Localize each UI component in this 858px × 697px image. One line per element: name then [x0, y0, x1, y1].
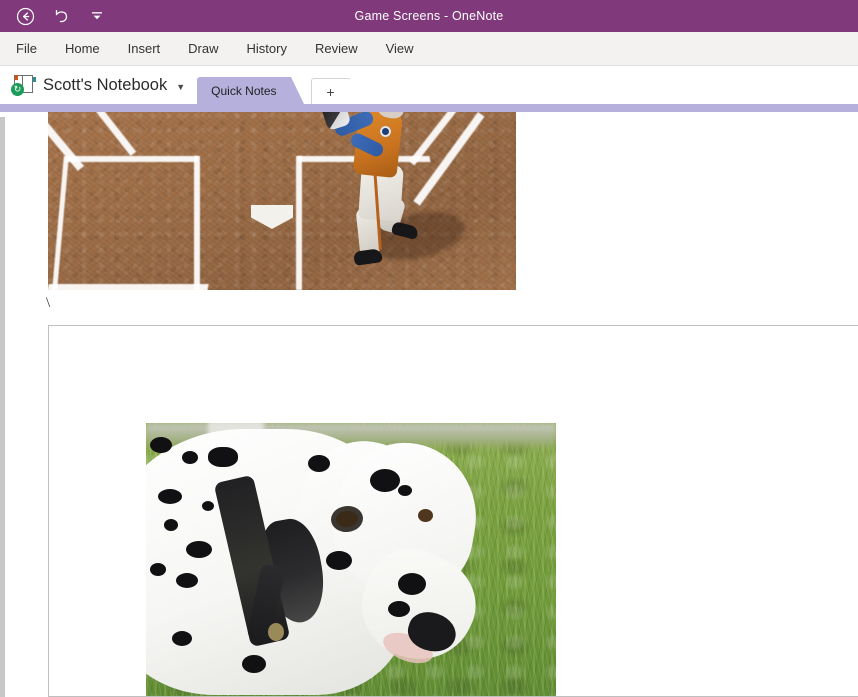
right-batters-box-left-line	[296, 156, 302, 290]
ribbon-tab-bar: File Home Insert Draw History Review Vie…	[0, 32, 858, 66]
dog-spot	[176, 573, 198, 588]
dog-spot	[388, 601, 410, 617]
left-batters-box-bottom-line	[48, 284, 209, 290]
notebook-section-bar: ↻ Scott's Notebook ▼ Quick Notes +	[0, 66, 858, 104]
batter-front-shoe	[353, 248, 383, 266]
dog-spot	[370, 469, 400, 492]
notebook-selector[interactable]: ↻ Scott's Notebook ▼	[0, 66, 185, 104]
dog-spot	[398, 485, 412, 496]
batter-jersey-logo	[380, 126, 391, 137]
section-tab-quick-notes[interactable]: Quick Notes	[197, 77, 304, 104]
dog-spot	[398, 573, 426, 595]
left-batters-box-top-line	[65, 156, 199, 162]
back-icon[interactable]	[12, 3, 38, 29]
undo-icon[interactable]	[48, 3, 74, 29]
plus-icon: +	[326, 83, 335, 100]
section-color-strip	[0, 104, 858, 112]
batter-figure	[320, 112, 470, 290]
window-title: Game Screens - OneNote	[354, 9, 504, 23]
notebook-icon: ↻	[11, 74, 36, 96]
ribbon-tab-draw[interactable]: Draw	[174, 32, 232, 65]
ribbon-tab-history[interactable]: History	[233, 32, 301, 65]
dog-spot	[164, 519, 178, 531]
dog-spot	[150, 563, 166, 576]
dog-spot	[158, 489, 182, 504]
note-container[interactable]	[48, 325, 858, 697]
left-batters-box-right-line	[194, 156, 200, 290]
section-tab-label: Quick Notes	[211, 83, 277, 98]
ribbon-tab-file[interactable]: File	[0, 32, 51, 65]
customize-quick-access-toolbar-icon[interactable]	[84, 3, 110, 29]
dog-spot	[172, 631, 192, 646]
page-gutter	[0, 117, 5, 697]
notebook-page-shape	[23, 75, 33, 93]
dog-spot	[242, 655, 266, 673]
dog-spot	[182, 451, 198, 464]
dog-spot	[150, 437, 172, 453]
ribbon-tab-review[interactable]: Review	[301, 32, 372, 65]
sync-status-icon: ↻	[11, 83, 24, 96]
dog-spot	[202, 501, 214, 511]
dog-eye-far	[418, 509, 433, 522]
notebook-tab-orange	[15, 75, 18, 80]
dalmatian-photo[interactable]	[146, 423, 556, 696]
dog-spot	[186, 541, 212, 558]
dog-collar-tag	[268, 623, 284, 641]
ribbon-tab-view[interactable]: View	[372, 32, 428, 65]
page-text-note[interactable]: \	[46, 295, 50, 312]
ribbon-tab-home[interactable]: Home	[51, 32, 114, 65]
quick-access-toolbar	[0, 0, 110, 32]
notebook-name: Scott's Notebook	[43, 75, 168, 94]
page-canvas[interactable]: \	[0, 112, 858, 697]
ribbon-tab-insert[interactable]: Insert	[114, 32, 175, 65]
chevron-down-icon[interactable]: ▼	[176, 82, 185, 92]
section-tab-strip: Quick Notes +	[197, 66, 362, 104]
notebook-tab-teal	[33, 77, 36, 82]
dog-spot	[308, 455, 330, 472]
dog-spot	[326, 551, 352, 570]
title-bar: Game Screens - OneNote	[0, 0, 858, 32]
baseball-game-screenshot[interactable]	[48, 112, 516, 290]
dog-spot	[208, 447, 238, 467]
onenote-window: Game Screens - OneNote File Home Insert …	[0, 0, 858, 697]
add-section-button[interactable]: +	[310, 78, 362, 104]
